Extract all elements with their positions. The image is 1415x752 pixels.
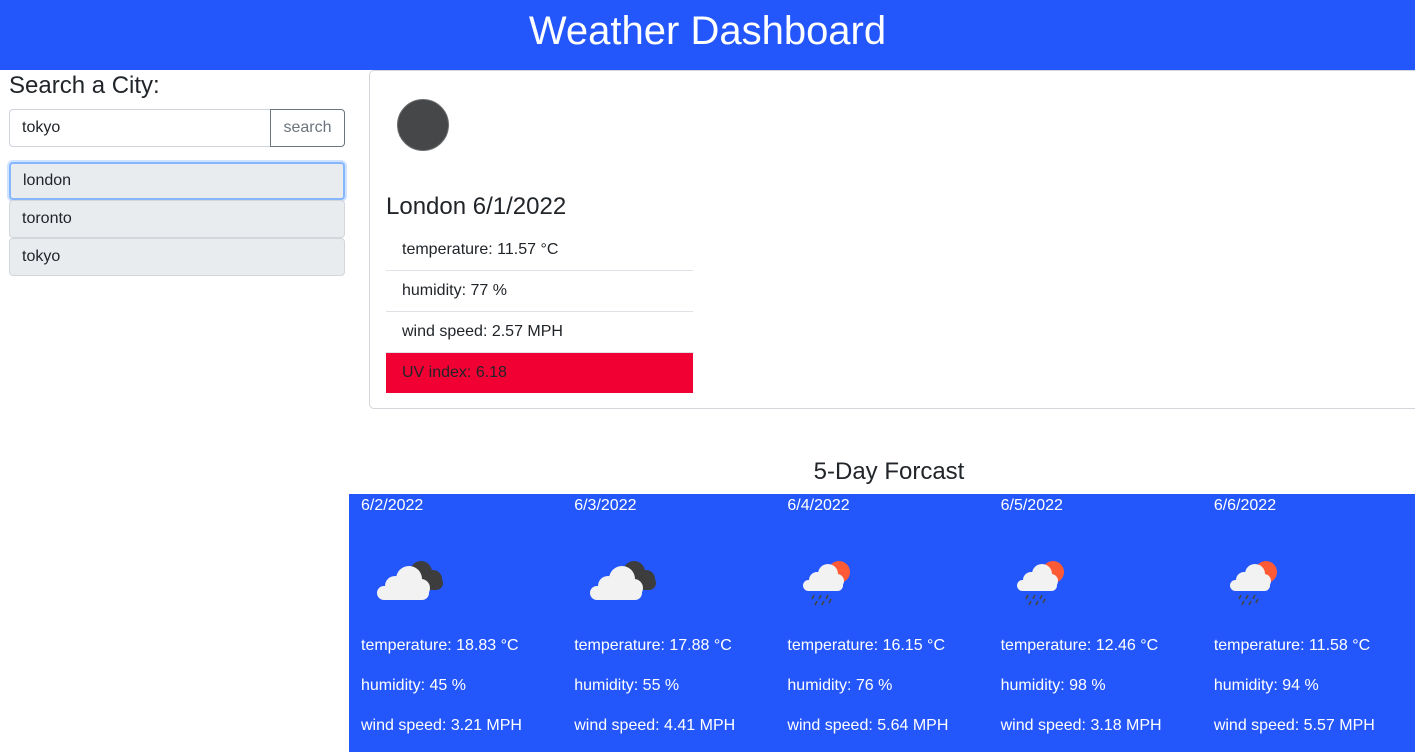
current-humidity: humidity: 77 % (386, 271, 693, 312)
forecast-panel: 6/2/2022 temperature: 18.83 °C humidity:… (349, 494, 1415, 752)
forecast-temperature: temperature: 16.15 °C (787, 637, 945, 654)
current-weather-list: temperature: 11.57 °C humidity: 77 % win… (386, 230, 693, 393)
history-item-london[interactable]: london (9, 162, 345, 200)
history-item-toronto[interactable]: toronto (9, 200, 345, 238)
forecast-title: 5-Day Forcast (813, 458, 965, 485)
forecast-wind-speed: wind speed: 4.41 MPH (574, 717, 736, 734)
search-button[interactable]: search (270, 109, 345, 147)
search-label: Search a City: (9, 72, 160, 99)
app-header: Weather Dashboard (0, 0, 1415, 70)
forecast-temperature: temperature: 11.58 °C (1213, 637, 1371, 654)
forecast-temperature: temperature: 18.83 °C (361, 637, 519, 654)
forecast-wind-speed: wind speed: 5.64 MPH (787, 717, 949, 734)
forecast-day: 6/5/2022 temperature: 12.46 °C humidity:… (989, 494, 1202, 752)
forecast-date: 6/4/2022 (787, 497, 850, 514)
current-weather-card: London 6/1/2022 temperature: 11.57 °C hu… (369, 70, 1415, 409)
current-uv-index: UV index: 6.18 (386, 353, 693, 393)
forecast-date: 6/5/2022 (1000, 497, 1063, 514)
forecast-date: 6/3/2022 (574, 497, 637, 514)
forecast-day: 6/6/2022 temperature: 11.58 °C humidity:… (1202, 494, 1415, 752)
forecast-date: 6/2/2022 (361, 497, 424, 514)
overcast-clouds-icon (397, 99, 449, 151)
current-city-title: London 6/1/2022 (386, 193, 567, 220)
page-title: Weather Dashboard (528, 9, 887, 53)
search-history: london toronto tokyo (9, 162, 345, 276)
forecast-wind-speed: wind speed: 3.21 MPH (361, 717, 522, 734)
current-temperature: temperature: 11.57 °C (386, 230, 693, 271)
forecast-wind-speed: wind speed: 5.57 MPH (1213, 717, 1375, 734)
forecast-humidity: humidity: 98 % (1000, 677, 1106, 694)
current-wind-speed: wind speed: 2.57 MPH (386, 312, 693, 353)
broken-clouds-icon (590, 561, 657, 600)
forecast-humidity: humidity: 55 % (574, 677, 680, 694)
forecast-day: 6/3/2022 temperature: 17.88 °C humidity:… (562, 494, 775, 752)
search-row: search (9, 109, 345, 147)
history-item-tokyo[interactable]: tokyo (9, 238, 345, 276)
forecast-date: 6/6/2022 (1213, 497, 1277, 514)
forecast-humidity: humidity: 45 % (361, 677, 466, 694)
light-rain-icon (803, 561, 851, 606)
forecast-temperature: temperature: 12.46 °C (1000, 637, 1159, 654)
broken-clouds-icon (377, 561, 443, 600)
light-rain-icon (1016, 561, 1064, 606)
search-sidebar: Search a City: search london toronto tok… (9, 70, 345, 276)
forecast-day: 6/4/2022 temperature: 16.15 °C humidity:… (775, 494, 988, 752)
search-input[interactable] (9, 109, 271, 147)
forecast-temperature: temperature: 17.88 °C (574, 637, 732, 654)
forecast-humidity: humidity: 94 % (1213, 677, 1319, 694)
forecast-wind-speed: wind speed: 3.18 MPH (1000, 717, 1162, 734)
forecast-humidity: humidity: 76 % (787, 677, 893, 694)
forecast-day: 6/2/2022 temperature: 18.83 °C humidity:… (349, 494, 562, 752)
light-rain-icon (1229, 561, 1277, 606)
